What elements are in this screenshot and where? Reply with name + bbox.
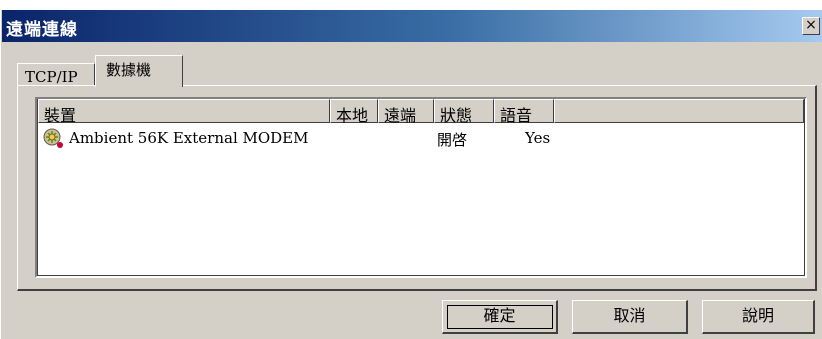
help-button[interactable]: 說明 (702, 300, 815, 334)
column-header-device[interactable]: 裝置 (38, 99, 330, 125)
column-header-voice[interactable]: 語音 (494, 99, 554, 125)
remote-connection-dialog: 遠端連線 × TCP/IP 數據機 裝置 本地 遠端 狀態 語音 Ambient… (0, 0, 822, 339)
title-bar[interactable]: 遠端連線 × (2, 10, 822, 42)
cancel-button[interactable]: 取消 (572, 300, 688, 334)
column-header-remote[interactable]: 遠端 (378, 99, 434, 125)
column-header-filler (554, 99, 804, 123)
tab-tcpip[interactable]: TCP/IP (17, 63, 95, 86)
list-item[interactable]: Ambient 56K External MODEM 開啓 Yes (41, 127, 801, 151)
device-name: Ambient 56K External MODEM (69, 129, 309, 147)
column-header-state[interactable]: 狀態 (434, 99, 494, 125)
modem-icon (41, 127, 65, 149)
column-header-local[interactable]: 本地 (330, 99, 378, 125)
window-title: 遠端連線 (6, 20, 78, 40)
device-voice: Yes (525, 129, 551, 147)
close-button[interactable]: × (802, 17, 820, 35)
top-strip (1, 1, 822, 10)
device-list[interactable]: 裝置 本地 遠端 狀態 語音 Ambient 56K External MODE… (35, 97, 807, 278)
tab-modem[interactable]: 數據機 (95, 55, 183, 87)
device-state: 開啓 (437, 131, 468, 149)
ok-button[interactable]: 確定 (442, 300, 558, 334)
close-icon: × (805, 17, 817, 33)
